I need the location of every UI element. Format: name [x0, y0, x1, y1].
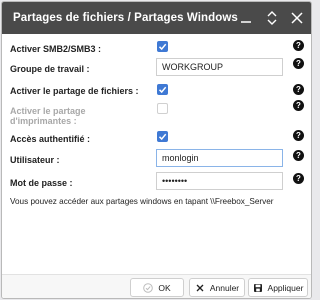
smb-checkbox[interactable] [157, 41, 168, 52]
printer-sharing-label: Activer le partage d'imprimantes : [10, 106, 86, 126]
user-help-icon[interactable]: ? [293, 150, 304, 161]
printer-sharing-checkbox [157, 103, 168, 114]
file-sharing-label: Activer le partage de fichiers : [10, 86, 139, 96]
workgroup-help-icon[interactable]: ? [293, 58, 304, 69]
info-text: Vous pouvez accéder aux partages windows… [10, 197, 274, 206]
apply-button[interactable]: Appliquer [248, 278, 308, 297]
password-label: Mot de passe : [10, 178, 73, 188]
password-help-icon[interactable]: ? [293, 173, 304, 184]
close-icon [195, 283, 205, 293]
title-bar: Partages de fichiers / Partages Windows [2, 2, 311, 34]
cancel-button-label: Annuler [209, 282, 240, 293]
password-input[interactable] [156, 172, 283, 190]
workgroup-label: Groupe de travail : [10, 64, 90, 74]
smb-label: Activer SMB2/SMB3 : [10, 44, 102, 54]
printer-sharing-label-line2: d'imprimantes : [10, 116, 77, 126]
close-icon[interactable] [287, 8, 307, 28]
workgroup-input[interactable] [156, 58, 283, 76]
smb-help-icon[interactable]: ? [293, 40, 304, 51]
dialog-window: Partages de fichiers / Partages Windows … [1, 1, 312, 299]
file-sharing-checkbox[interactable] [157, 84, 168, 95]
auth-help-icon[interactable]: ? [293, 130, 304, 141]
check-circle-icon [143, 282, 154, 293]
file-sharing-help-icon[interactable]: ? [293, 84, 304, 95]
auth-checkbox[interactable] [157, 131, 168, 142]
user-label: Utilisateur : [10, 155, 60, 165]
expand-icon[interactable] [262, 8, 282, 28]
ok-button-label: OK [158, 282, 171, 293]
minimize-icon[interactable] [236, 8, 256, 28]
save-icon [253, 283, 263, 293]
window-title: Partages de fichiers / Partages Windows [13, 12, 238, 24]
printer-sharing-label-line1: Activer le partage [10, 106, 86, 116]
printer-sharing-help-icon[interactable]: ? [293, 100, 304, 111]
user-input[interactable] [156, 149, 283, 167]
ok-button[interactable]: OK [130, 278, 184, 297]
auth-label: Accès authentifié : [10, 134, 91, 144]
cancel-button[interactable]: Annuler [189, 278, 245, 297]
apply-button-label: Appliquer [267, 282, 304, 293]
dialog-footer: OK Annuler Appliquer [2, 274, 311, 298]
